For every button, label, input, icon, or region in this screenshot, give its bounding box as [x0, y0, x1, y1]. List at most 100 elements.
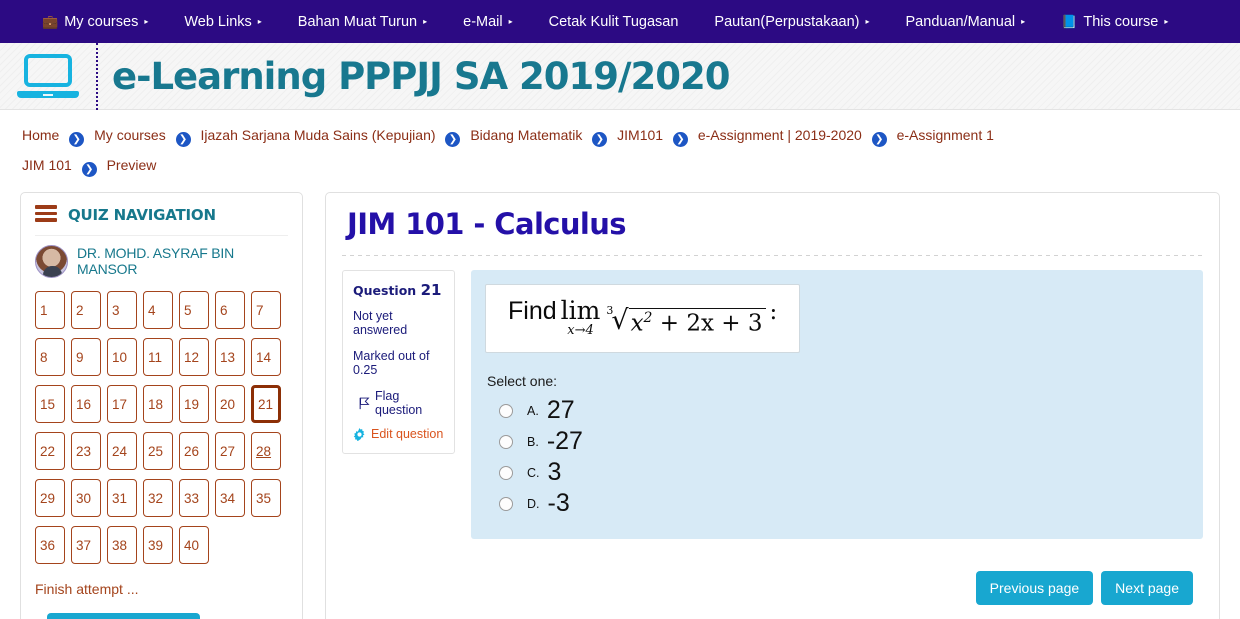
breadcrumb-item-eassignment[interactable]: e-Assignment | 2019-2020 — [698, 127, 862, 143]
site-logo[interactable] — [0, 42, 98, 110]
question-word: Question — [353, 283, 417, 298]
question-nav-button-30[interactable]: 30 — [71, 478, 101, 517]
nav-item-bahan-muat-turun[interactable]: Bahan Muat Turun ▸ — [280, 14, 445, 30]
question-nav-button-25[interactable]: 25 — [143, 431, 173, 470]
limit-operator: lim x→4 — [561, 298, 601, 338]
question-nav-button-34[interactable]: 34 — [215, 478, 245, 517]
nav-label: Web Links — [184, 13, 252, 30]
question-nav-button-9[interactable]: 9 — [71, 337, 101, 376]
radio-option-c[interactable] — [499, 465, 513, 480]
question-nav-button-18[interactable]: 18 — [143, 384, 173, 423]
question-nav-button-17[interactable]: 17 — [107, 384, 137, 423]
question-nav-button-29[interactable]: 29 — [35, 478, 65, 517]
nav-item-my-courses[interactable]: 💼 My courses ▸ — [24, 14, 166, 30]
breadcrumb-item-home[interactable]: Home — [22, 127, 59, 143]
option-row-b[interactable]: B. -27 — [485, 426, 1187, 457]
question-nav-button-16[interactable]: 16 — [71, 384, 101, 423]
question-nav-button-6[interactable]: 6 — [215, 290, 245, 329]
question-nav-button-14[interactable]: 14 — [251, 337, 281, 376]
next-page-button[interactable]: Next page — [1101, 571, 1193, 606]
question-nav-button-15[interactable]: 15 — [35, 384, 65, 423]
radio-option-a[interactable] — [499, 403, 513, 418]
question-wrapper: Question 21 Not yet answered Marked out … — [342, 270, 1203, 540]
question-nav-button-3[interactable]: 3 — [107, 290, 137, 329]
question-nav-button-7[interactable]: 7 — [251, 290, 281, 329]
flag-question-label: Flag question — [375, 389, 423, 417]
flag-question-link[interactable]: Flag question — [353, 389, 446, 417]
breadcrumb-item-bidang-matematik[interactable]: Bidang Matematik — [470, 127, 582, 143]
question-nav-button-26[interactable]: 26 — [179, 431, 209, 470]
option-row-a[interactable]: A. 27 — [485, 395, 1187, 426]
avatar[interactable] — [35, 244, 68, 278]
option-value-b: -27 — [546, 427, 583, 456]
breadcrumb: Home ❯ My courses ❯ Ijazah Sarjana Muda … — [0, 110, 1000, 186]
breadcrumb-item-jim101[interactable]: JIM101 — [617, 127, 663, 143]
question-nav-button-11[interactable]: 11 — [143, 337, 173, 376]
question-nav-button-1[interactable]: 1 — [35, 290, 65, 329]
radio-option-b[interactable] — [499, 434, 513, 449]
question-nav-button-4[interactable]: 4 — [143, 290, 173, 329]
quiz-navigation-title: QUIZ NAVIGATION — [68, 205, 216, 224]
question-nav-button-40[interactable]: 40 — [179, 525, 209, 564]
radio-option-d[interactable] — [499, 496, 513, 511]
nav-label: Bahan Muat Turun — [297, 13, 418, 30]
nav-item-panduan-manual[interactable]: Panduan/Manual ▸ — [888, 14, 1044, 30]
question-nav-button-35[interactable]: 35 — [251, 478, 281, 517]
question-nav-button-20[interactable]: 20 — [215, 384, 245, 423]
cube-root: 3 √ x2 + 2x + 3 — [604, 304, 766, 338]
question-nav-button-13[interactable]: 13 — [215, 337, 245, 376]
question-nav-button-8[interactable]: 8 — [35, 337, 65, 376]
nav-item-email[interactable]: e-Mail ▸ — [445, 14, 531, 30]
site-header: e-Learning PPPJJ SA 2019/2020 — [0, 42, 1240, 110]
question-number-label: Question 21 — [353, 281, 446, 299]
question-nav-button-12[interactable]: 12 — [179, 337, 209, 376]
option-letter-a: A. — [527, 403, 539, 418]
option-value-c: 3 — [547, 458, 562, 487]
question-nav-button-27[interactable]: 27 — [215, 431, 245, 470]
question-nav-button-37[interactable]: 37 — [71, 525, 101, 564]
question-body: Find lim x→4 3 √ x2 + 2x + 3 : Select on… — [471, 270, 1203, 540]
question-nav-button-38[interactable]: 38 — [107, 525, 137, 564]
breadcrumb-item-my-courses[interactable]: My courses — [94, 127, 166, 143]
question-nav-button-33[interactable]: 33 — [179, 478, 209, 517]
nav-item-this-course[interactable]: 📘 This course ▸ — [1043, 14, 1186, 30]
edit-question-link[interactable]: Edit question — [353, 427, 446, 441]
breadcrumb-separator-icon: ❯ — [592, 132, 608, 147]
question-nav-button-39[interactable]: 39 — [143, 525, 173, 564]
question-nav-button-28[interactable]: 28 — [251, 431, 281, 470]
question-nav-button-5[interactable]: 5 — [179, 290, 209, 329]
math-prompt: Find — [508, 297, 557, 325]
question-nav-button-22[interactable]: 22 — [35, 431, 65, 470]
breadcrumb-item-ijazah[interactable]: Ijazah Sarjana Muda Sains (Kepujian) — [201, 127, 436, 143]
question-nav-button-24[interactable]: 24 — [107, 431, 137, 470]
site-title: e-Learning PPPJJ SA 2019/2020 — [112, 54, 730, 98]
user-name[interactable]: DR. MOHD. ASYRAF BIN MANSOR — [77, 245, 288, 277]
question-nav-button-32[interactable]: 32 — [143, 478, 173, 517]
limit-subscript: x→4 — [567, 323, 594, 338]
question-nav-button-2[interactable]: 2 — [71, 290, 101, 329]
option-letter-c: C. — [527, 465, 540, 480]
page-title: JIM 101 - Calculus — [347, 207, 627, 241]
option-value-d: -3 — [547, 489, 570, 518]
question-nav-button-31[interactable]: 31 — [107, 478, 137, 517]
question-nav-button-21[interactable]: 21 — [251, 384, 281, 423]
radicand-rest: + 2x + 3 — [659, 310, 763, 337]
option-value-a: 27 — [546, 396, 575, 425]
question-nav-button-19[interactable]: 19 — [179, 384, 209, 423]
breadcrumb-separator-icon: ❯ — [69, 132, 85, 147]
start-new-preview-button[interactable]: Start a new preview — [47, 612, 200, 619]
nav-item-web-links[interactable]: Web Links ▸ — [166, 14, 279, 30]
hamburger-icon[interactable] — [35, 205, 57, 225]
nav-item-pautan-perpustakaan[interactable]: Pautan(Perpustakaan) ▸ — [696, 14, 887, 30]
question-status: Not yet answered — [353, 309, 408, 337]
option-letter-b: B. — [527, 434, 539, 449]
nav-item-cetak-kulit-tugasan[interactable]: Cetak Kulit Tugasan — [531, 14, 697, 30]
previous-page-button[interactable]: Previous page — [975, 571, 1094, 606]
option-row-c[interactable]: C. 3 — [485, 457, 1187, 488]
finish-attempt-link[interactable]: Finish attempt ... — [35, 581, 288, 597]
question-nav-button-10[interactable]: 10 — [107, 337, 137, 376]
breadcrumb-item-preview: Preview — [106, 157, 157, 173]
option-row-d[interactable]: D. -3 — [485, 488, 1187, 519]
question-nav-button-23[interactable]: 23 — [71, 431, 101, 470]
question-nav-button-36[interactable]: 36 — [35, 525, 65, 564]
